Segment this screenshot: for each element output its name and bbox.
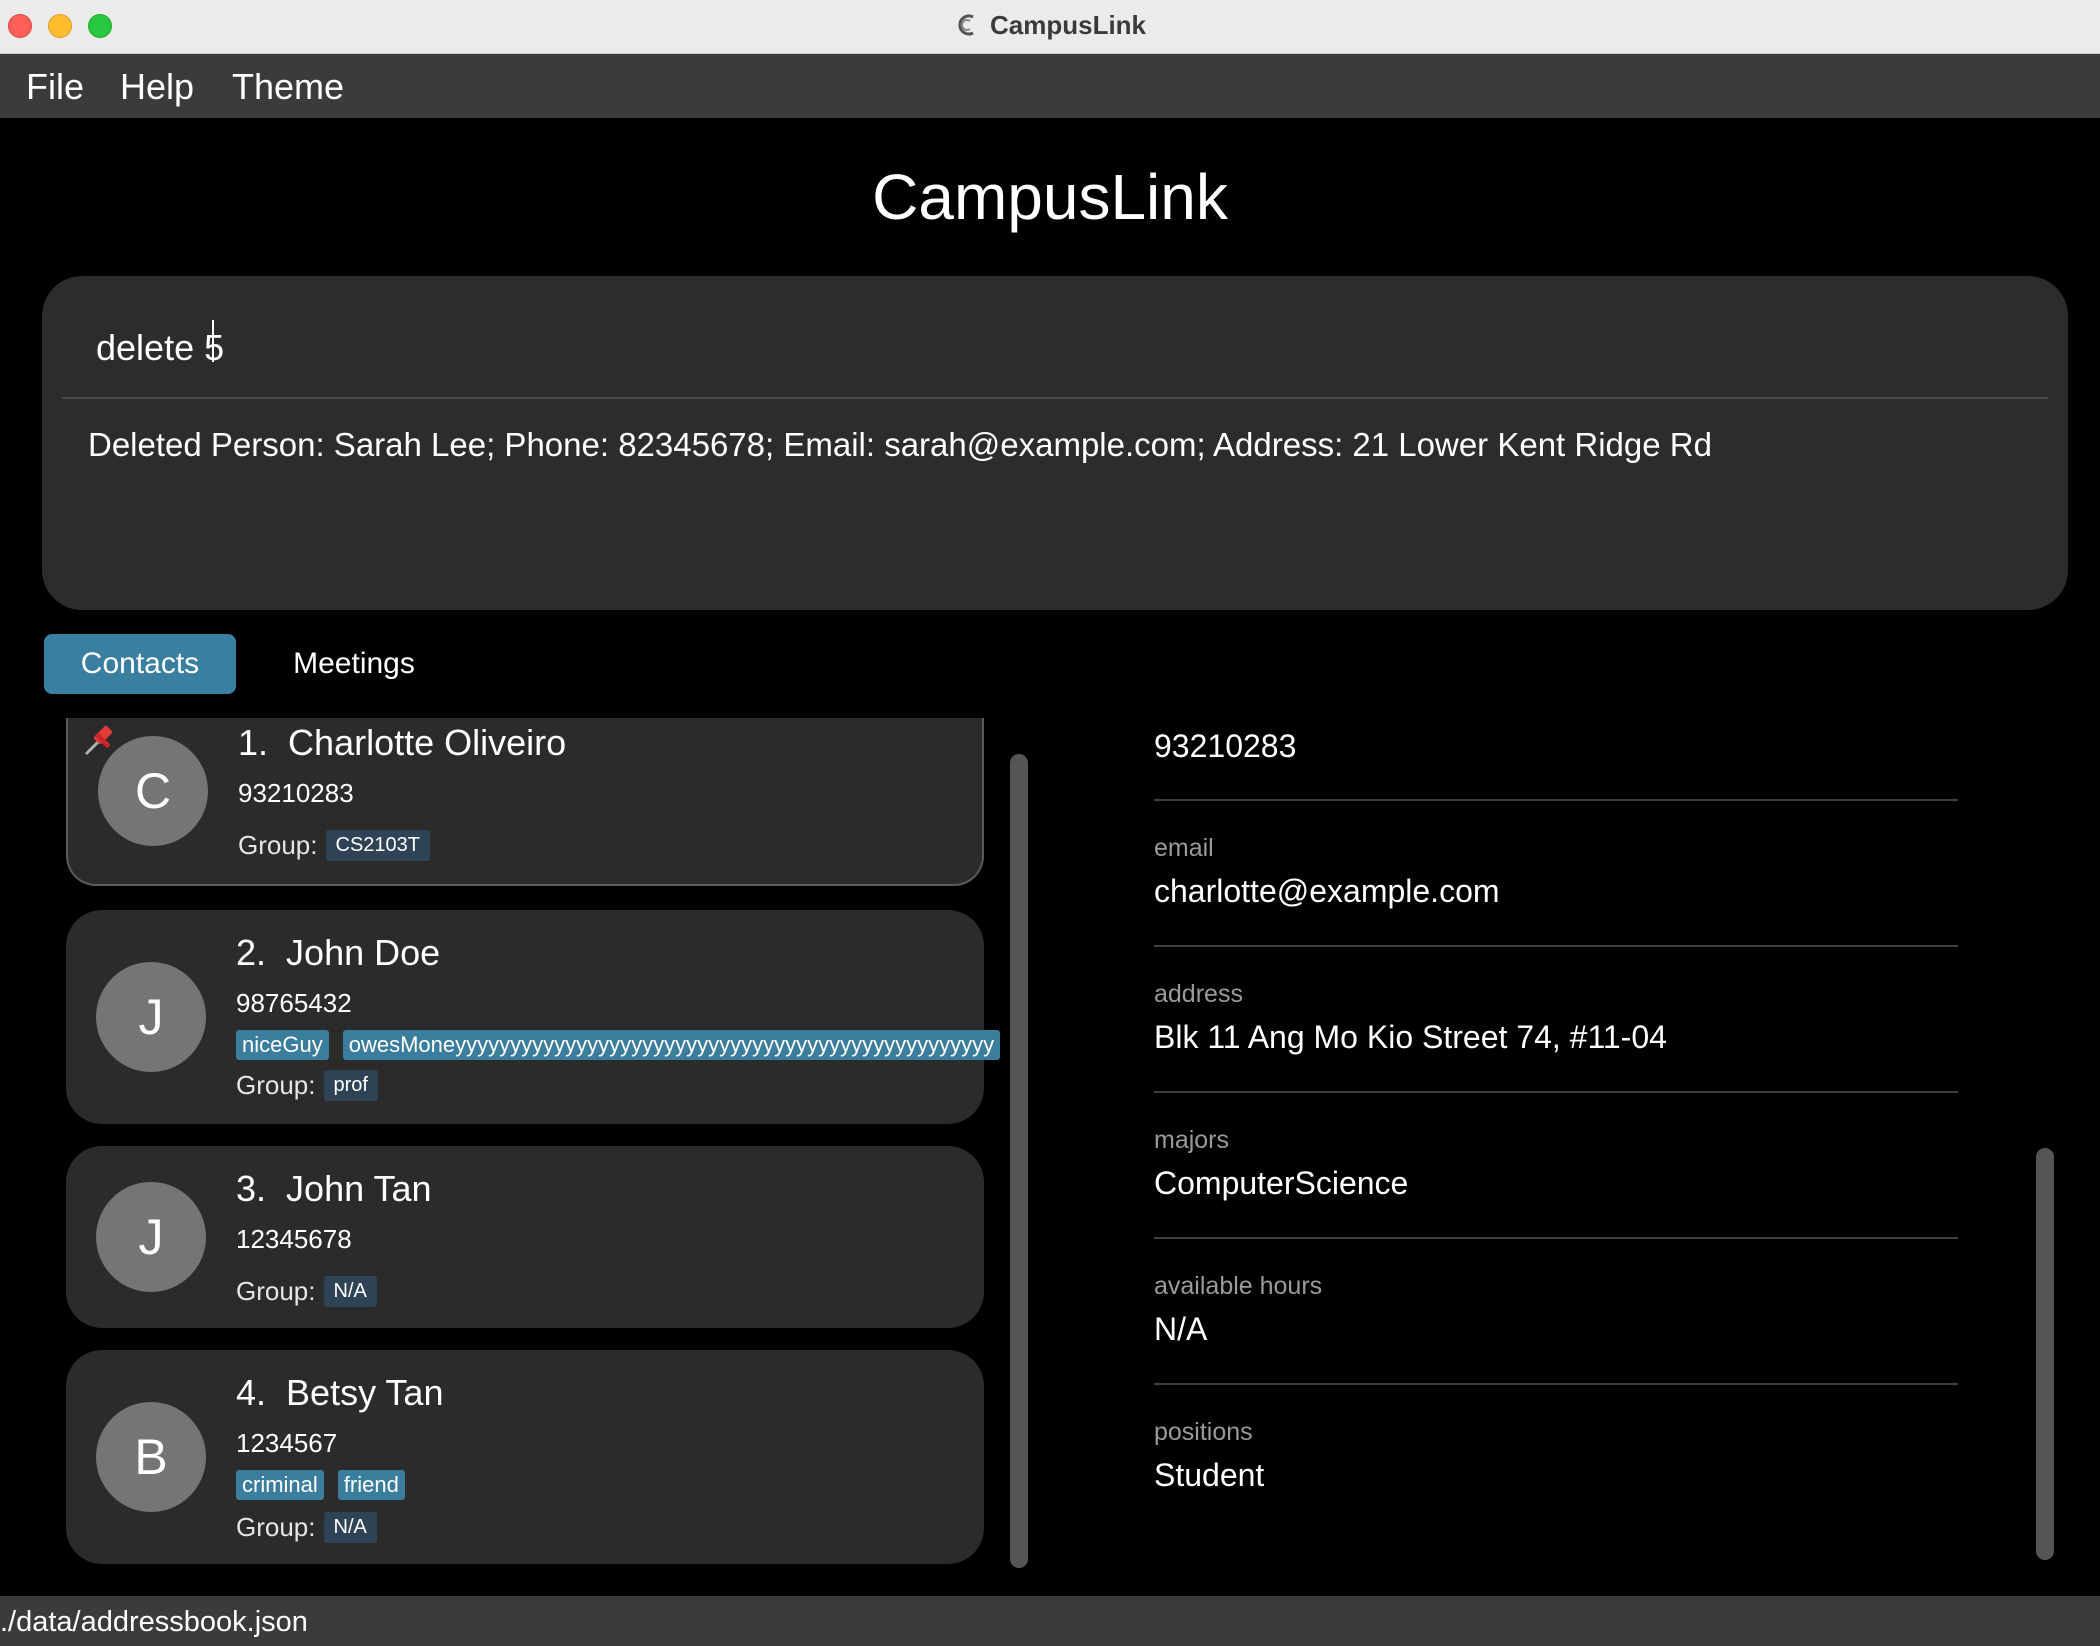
group-chip: N/A — [323, 1512, 377, 1543]
group-chip: CS2103T — [325, 830, 430, 861]
detail-hours-value: N/A — [1154, 1311, 1208, 1347]
detail-address-value: Blk 11 Ang Mo Kio Street 74, #11-04 — [1154, 1019, 1667, 1055]
detail-positions: positions Student — [1154, 1418, 1958, 1494]
contact-group: Group: N/A — [236, 1512, 377, 1543]
menu-bar: File Help Theme — [0, 54, 2100, 118]
detail-hours-label: available hours — [1154, 1272, 1323, 1300]
contact-list[interactable]: C 1. Charlotte Oliveiro 93210283 Group: … — [44, 718, 1044, 1568]
detail-email: email charlotte@example.com — [1154, 834, 1958, 910]
app-icon — [958, 14, 974, 36]
tab-contacts[interactable]: Contacts — [44, 634, 236, 694]
text-cursor — [212, 320, 214, 362]
detail-divider — [1154, 945, 1958, 947]
avatar: B — [96, 1402, 206, 1512]
detail-email-label: email — [1154, 834, 1214, 862]
app-title: CampusLink — [872, 161, 1228, 233]
detail-majors-label: majors — [1154, 1126, 1230, 1154]
contact-list-scrollbar[interactable] — [1010, 754, 1028, 1568]
command-panel: Deleted Person: Sarah Lee; Phone: 823456… — [42, 276, 2068, 610]
window-title: CampusLink — [0, 10, 2100, 41]
detail-scrollbar[interactable] — [2036, 1148, 2054, 1560]
group-chip: N/A — [323, 1276, 377, 1307]
contact-phone: 93210283 — [238, 778, 354, 808]
contact-name: 3. John Tan — [236, 1168, 432, 1209]
contact-group: Group: CS2103T — [238, 830, 430, 861]
command-divider — [62, 397, 2048, 399]
avatar: J — [96, 1182, 206, 1292]
detail-phone: 93210283 — [1154, 728, 1958, 765]
detail-divider — [1154, 1091, 1958, 1093]
menu-file[interactable]: File — [26, 66, 84, 108]
detail-majors-value: ComputerScience — [1154, 1165, 1409, 1201]
contact-group: Group: N/A — [236, 1276, 377, 1307]
tab-meetings[interactable]: Meetings — [272, 634, 436, 694]
contact-name: 2. John Doe — [236, 932, 441, 973]
detail-address: address Blk 11 Ang Mo Kio Street 74, #11… — [1154, 980, 1958, 1056]
contact-card[interactable]: C 1. Charlotte Oliveiro 93210283 Group: … — [66, 718, 984, 886]
command-input[interactable] — [96, 320, 1996, 376]
detail-hours: available hours N/A — [1154, 1272, 1958, 1348]
contact-name: 1. Charlotte Oliveiro — [238, 722, 567, 763]
detail-address-label: address — [1154, 980, 1243, 1008]
contact-group: Group: prof — [236, 1070, 378, 1101]
group-label: Group: — [238, 830, 318, 860]
contact-phone: 1234567 — [236, 1428, 338, 1458]
contact-card[interactable]: J 3. John Tan 12345678 Group: N/A — [66, 1146, 984, 1328]
group-label: Group: — [236, 1276, 316, 1306]
tag-list: niceGuy owesMoneyyyyyyyyyyyyyyyyyyyyyyyy… — [236, 1030, 1001, 1060]
window-title-text: CampusLink — [989, 10, 1147, 40]
tag: friend — [337, 1470, 405, 1500]
avatar: C — [98, 736, 208, 846]
data-file-path: ./data/addressbook.json — [0, 1606, 308, 1638]
window-titlebar: CampusLink — [0, 0, 2100, 54]
avatar-initial: C — [134, 763, 172, 819]
detail-phone-value: 93210283 — [1154, 728, 1297, 764]
detail-divider — [1154, 1383, 1958, 1385]
menu-theme[interactable]: Theme — [232, 66, 344, 108]
detail-divider — [1154, 799, 1958, 801]
contact-card[interactable]: J 2. John Doe 98765432 niceGuy owesMoney… — [66, 910, 1001, 1124]
tag-list: criminal friend — [236, 1470, 405, 1500]
contact-card[interactable]: B 4. Betsy Tan 1234567 criminal friend G… — [66, 1350, 984, 1564]
contact-phone: 12345678 — [236, 1224, 352, 1254]
group-chip: prof — [323, 1070, 378, 1101]
avatar-initial: B — [134, 1429, 168, 1485]
menu-help[interactable]: Help — [120, 66, 194, 108]
group-label: Group: — [236, 1512, 316, 1542]
contact-phone: 98765432 — [236, 988, 352, 1018]
tag: criminal — [236, 1470, 324, 1500]
tag: owesMoneyyyyyyyyyyyyyyyyyyyyyyyyyyyyyyyy… — [342, 1030, 1001, 1060]
group-label: Group: — [236, 1070, 316, 1100]
detail-positions-label: positions — [1154, 1418, 1253, 1446]
contact-name: 4. Betsy Tan — [236, 1372, 444, 1413]
detail-divider — [1154, 1237, 1958, 1239]
avatar-initial: J — [138, 1209, 164, 1265]
status-bar: ./data/addressbook.json — [0, 1596, 2100, 1646]
detail-email-value: charlotte@example.com — [1154, 873, 1500, 909]
command-result-text: Deleted Person: Sarah Lee; Phone: 823456… — [88, 426, 1712, 463]
tag: niceGuy — [236, 1030, 329, 1060]
avatar: J — [96, 962, 206, 1072]
detail-majors: majors ComputerScience — [1154, 1126, 1958, 1202]
avatar-initial: J — [138, 989, 164, 1045]
detail-positions-value: Student — [1154, 1457, 1265, 1493]
